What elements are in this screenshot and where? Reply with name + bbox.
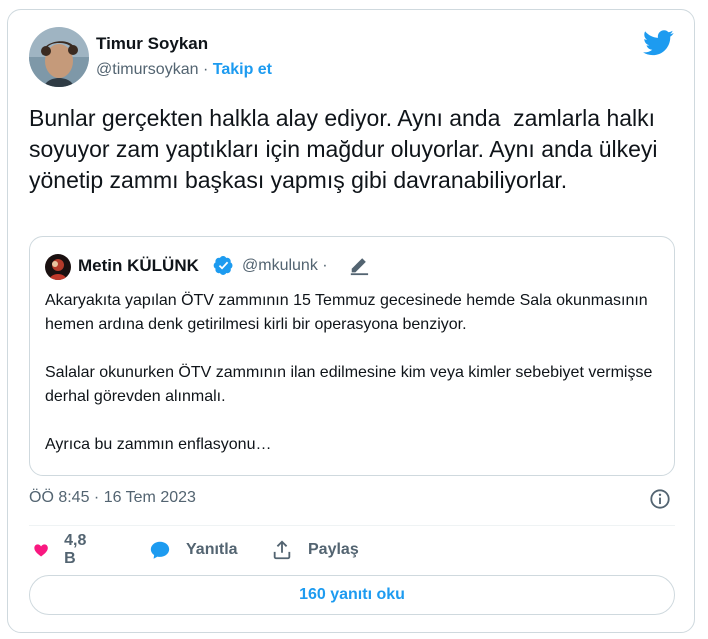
- handle-separator: ·: [202, 61, 209, 78]
- share-button[interactable]: Paylaş: [271, 538, 359, 562]
- verified-badge-icon: [213, 256, 233, 275]
- quoted-author-handle[interactable]: @mkulunk: [242, 257, 318, 274]
- quoted-tweet[interactable]: Metin KÜLÜNK @mkulunk · Akaryakıta yapıl…: [29, 236, 675, 476]
- tweet-timestamp[interactable]: ÖÖ 8:45 · 16 Tem 2023: [29, 489, 196, 507]
- share-icon: [273, 540, 291, 560]
- author-name[interactable]: Timur Soykan: [96, 34, 208, 54]
- heart-icon: [34, 544, 48, 557]
- follow-button[interactable]: Takip et: [213, 61, 272, 78]
- tweet-card: Timur Soykan @timursoykan · Takip et Bun…: [7, 9, 695, 633]
- reply-label: Yanıtla: [186, 541, 238, 558]
- info-icon[interactable]: [649, 488, 671, 510]
- tweet-text: Bunlar gerçekten halkla alay ediyor. Ayn…: [29, 105, 664, 193]
- pencil-icon: [350, 258, 369, 276]
- reply-button[interactable]: Yanıtla: [149, 538, 238, 562]
- like-button[interactable]: 4,8 B: [33, 532, 92, 567]
- quoted-avatar-image: [45, 254, 71, 280]
- share-label: Paylaş: [308, 541, 359, 558]
- quoted-tweet-text: Akaryakıta yapılan ÖTV zammının 15 Temmu…: [45, 292, 653, 453]
- quoted-separator: ·: [322, 257, 328, 274]
- avatar-image: [29, 27, 89, 87]
- quoted-author-name[interactable]: Metin KÜLÜNK: [78, 256, 199, 276]
- read-replies-button[interactable]: 160 yanıtı oku: [29, 575, 675, 615]
- twitter-bird-icon[interactable]: [643, 30, 674, 56]
- like-count: 4,8 B: [64, 532, 87, 567]
- author-avatar[interactable]: [29, 27, 89, 87]
- divider: [29, 525, 675, 526]
- speech-bubble-icon: [150, 541, 170, 559]
- quoted-handle-line: @mkulunk ·: [242, 257, 328, 275]
- author-handle[interactable]: @timursoykan: [96, 61, 199, 78]
- author-handle-line: @timursoykan · Takip et: [96, 61, 272, 79]
- quoted-author-avatar[interactable]: [45, 254, 71, 280]
